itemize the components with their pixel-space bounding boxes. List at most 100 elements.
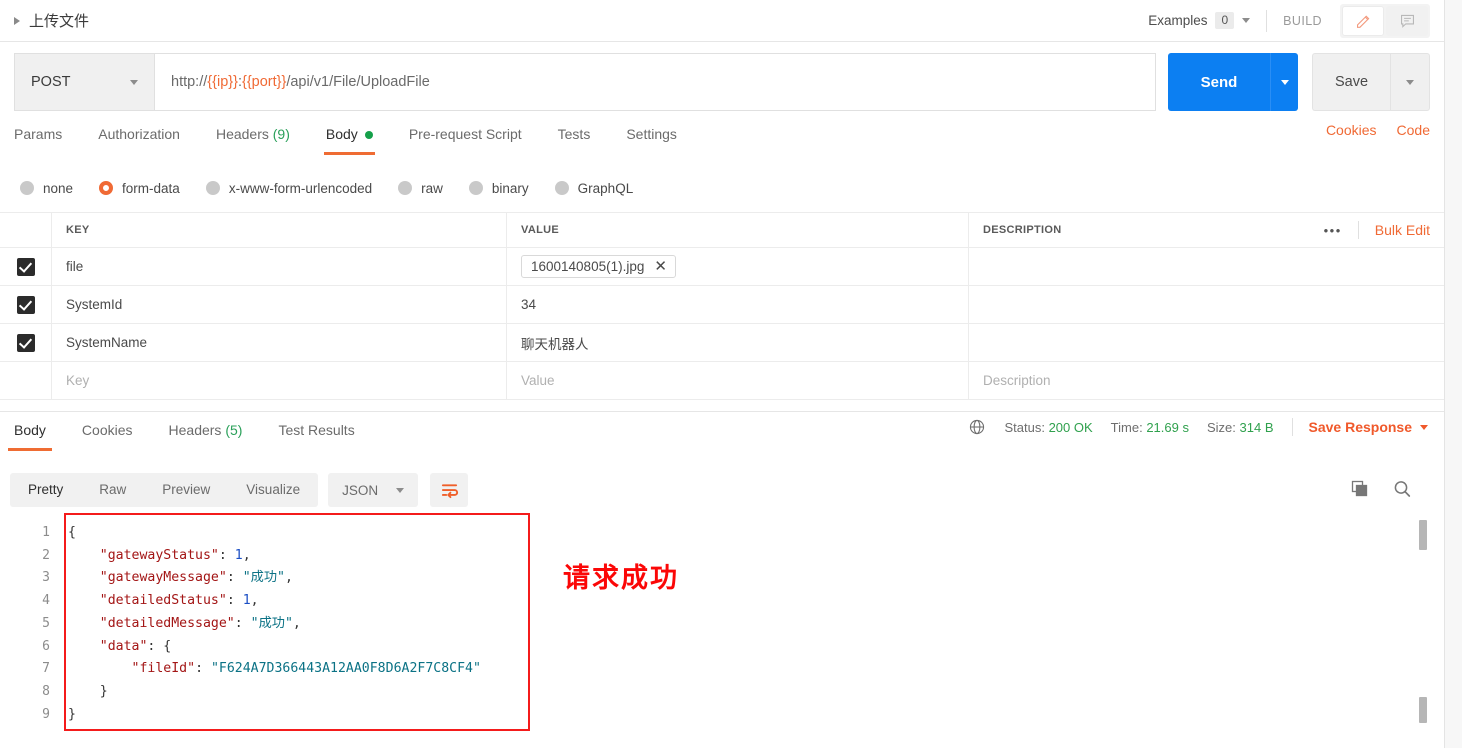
row-key-cell[interactable]: SystemName — [52, 324, 507, 361]
view-mode-raw[interactable]: Raw — [81, 473, 144, 507]
radio-none[interactable]: none — [20, 181, 73, 196]
view-mode-pretty[interactable]: Pretty — [10, 473, 81, 507]
url-input[interactable]: http://{{ip}}: {{port}}/api/v1/File/Uploa… — [154, 53, 1156, 111]
row-value-cell[interactable]: 34 — [507, 286, 969, 323]
cookies-link[interactable]: Cookies — [1326, 122, 1377, 138]
radio-x-www-form-urlencoded[interactable]: x-www-form-urlencoded — [205, 181, 372, 196]
url-path: /api/v1/File/UploadFile — [286, 74, 430, 90]
row-checkbox[interactable] — [16, 333, 35, 352]
row-description-cell[interactable] — [969, 324, 1444, 361]
value-column-label: VALUE — [521, 224, 559, 236]
tab-authorization[interactable]: Authorization — [98, 122, 180, 155]
bulk-edit-link[interactable]: Bulk Edit — [1375, 222, 1430, 238]
row-checkbox-cell[interactable] — [0, 362, 52, 399]
tab-settings[interactable]: Settings — [626, 122, 677, 155]
row-checkbox[interactable] — [16, 295, 35, 314]
line-number-gutter: 1 2 3 4 5 6 7 8 9 — [0, 516, 62, 748]
row-checkbox-cell[interactable] — [0, 324, 52, 361]
response-body-viewer[interactable]: 1 2 3 4 5 6 7 8 9 { "gatewayStatus": 1, … — [0, 516, 1444, 748]
search-icon — [1394, 480, 1411, 497]
row-key-cell[interactable]: Key — [52, 362, 507, 399]
row-key-text: SystemId — [66, 297, 123, 312]
close-icon[interactable]: ✕ — [654, 259, 667, 274]
row-description-cell[interactable]: Description — [969, 362, 1444, 399]
response-tab-body[interactable]: Body — [8, 418, 52, 451]
word-wrap-icon — [441, 483, 458, 498]
json-code[interactable]: { "gatewayStatus": 1, "gatewayMessage": … — [68, 522, 481, 726]
status-label: Status: — [1004, 419, 1045, 435]
radio-label: form-data — [122, 180, 180, 196]
radio-raw[interactable]: raw — [398, 181, 443, 196]
postman-window: 上传文件 Examples 0 BUILD POST http:// {{ip}… — [0, 0, 1462, 748]
edit-request-button[interactable] — [1342, 5, 1384, 36]
tab-headers[interactable]: Headers (9) — [216, 122, 290, 155]
copy-button[interactable] — [1350, 479, 1370, 502]
header-checkbox-cell — [0, 213, 52, 247]
radio-form-data[interactable]: form-data — [99, 181, 180, 196]
status-badge: Status: 200 OK — [1004, 420, 1092, 435]
row-value-cell[interactable]: 1600140805(1).jpg ✕ — [507, 248, 969, 285]
tab-label: Test Results — [278, 422, 355, 438]
save-options-button[interactable] — [1390, 53, 1430, 111]
row-checkbox-cell[interactable] — [0, 248, 52, 285]
chevron-down-icon — [1420, 424, 1428, 430]
row-value-text: 聊天机器人 — [521, 336, 589, 352]
search-button[interactable] — [1392, 479, 1412, 502]
body-type-radios: none form-data x-www-form-urlencoded raw… — [0, 172, 1444, 204]
expand-triangle-icon[interactable] — [14, 16, 20, 25]
radio-label: binary — [491, 180, 529, 196]
more-options-icon[interactable]: ••• — [1324, 223, 1358, 238]
table-row[interactable]: SystemId 34 — [0, 286, 1444, 324]
table-row-empty[interactable]: Key Value Description — [0, 362, 1444, 400]
chevron-down-icon — [396, 487, 405, 493]
row-description-cell[interactable] — [969, 248, 1444, 285]
response-tab-test-results[interactable]: Test Results — [274, 418, 358, 451]
save-response-label: Save Response — [1308, 419, 1413, 435]
tab-tests[interactable]: Tests — [558, 122, 591, 155]
request-title-group[interactable]: 上传文件 — [0, 10, 89, 31]
request-header-bar: 上传文件 Examples 0 BUILD — [0, 0, 1444, 42]
http-method-select[interactable]: POST — [14, 53, 154, 111]
row-value-cell[interactable]: Value — [507, 362, 969, 399]
examples-dropdown[interactable]: Examples 0 — [1148, 12, 1251, 29]
header-key-cell: KEY — [52, 213, 507, 247]
send-button[interactable]: Send — [1168, 53, 1270, 111]
file-chip[interactable]: 1600140805(1).jpg ✕ — [521, 255, 676, 278]
row-checkbox-cell[interactable] — [0, 286, 52, 323]
comments-button[interactable] — [1386, 5, 1428, 36]
view-mode-visualize[interactable]: Visualize — [228, 473, 318, 507]
comment-icon — [1400, 14, 1414, 28]
radio-binary[interactable]: binary — [468, 180, 529, 196]
format-select[interactable]: JSON — [328, 473, 419, 507]
network-globe-button[interactable] — [968, 418, 986, 436]
chevron-down-icon[interactable] — [1242, 18, 1251, 23]
tab-label: Settings — [626, 126, 677, 142]
view-mode-preview[interactable]: Preview — [144, 473, 228, 507]
meta-divider — [1291, 418, 1293, 436]
row-key-cell[interactable]: SystemId — [52, 286, 507, 323]
response-scrollbar-thumb-secondary[interactable] — [1419, 697, 1427, 723]
save-button[interactable]: Save — [1312, 53, 1390, 111]
word-wrap-button[interactable] — [430, 473, 469, 507]
send-options-button[interactable] — [1270, 53, 1298, 111]
row-description-cell[interactable] — [969, 286, 1444, 323]
response-tab-headers[interactable]: Headers (5) — [165, 418, 247, 451]
row-value-cell[interactable]: 聊天机器人 — [507, 324, 969, 361]
radio-graphql[interactable]: GraphQL — [554, 181, 633, 196]
table-row[interactable]: file 1600140805(1).jpg ✕ — [0, 248, 1444, 286]
tab-body[interactable]: Body — [323, 122, 375, 155]
tab-params[interactable]: Params — [14, 122, 62, 155]
response-tab-cookies[interactable]: Cookies — [78, 418, 137, 451]
chevron-down-icon[interactable] — [130, 79, 138, 85]
response-scrollbar-thumb[interactable] — [1419, 520, 1427, 550]
annotation-text: 请求成功 — [563, 563, 679, 593]
chevron-down-icon — [1406, 79, 1414, 85]
code-link[interactable]: Code — [1397, 122, 1430, 138]
tab-label: Headers — [168, 422, 222, 438]
save-response-button[interactable]: Save Response — [1308, 419, 1428, 435]
table-row[interactable]: SystemName 聊天机器人 — [0, 324, 1444, 362]
row-checkbox[interactable] — [16, 257, 35, 276]
row-key-cell[interactable]: file — [52, 248, 507, 285]
tab-pre-request-script[interactable]: Pre-request Script — [409, 122, 522, 155]
size-label: Size: — [1206, 419, 1236, 435]
